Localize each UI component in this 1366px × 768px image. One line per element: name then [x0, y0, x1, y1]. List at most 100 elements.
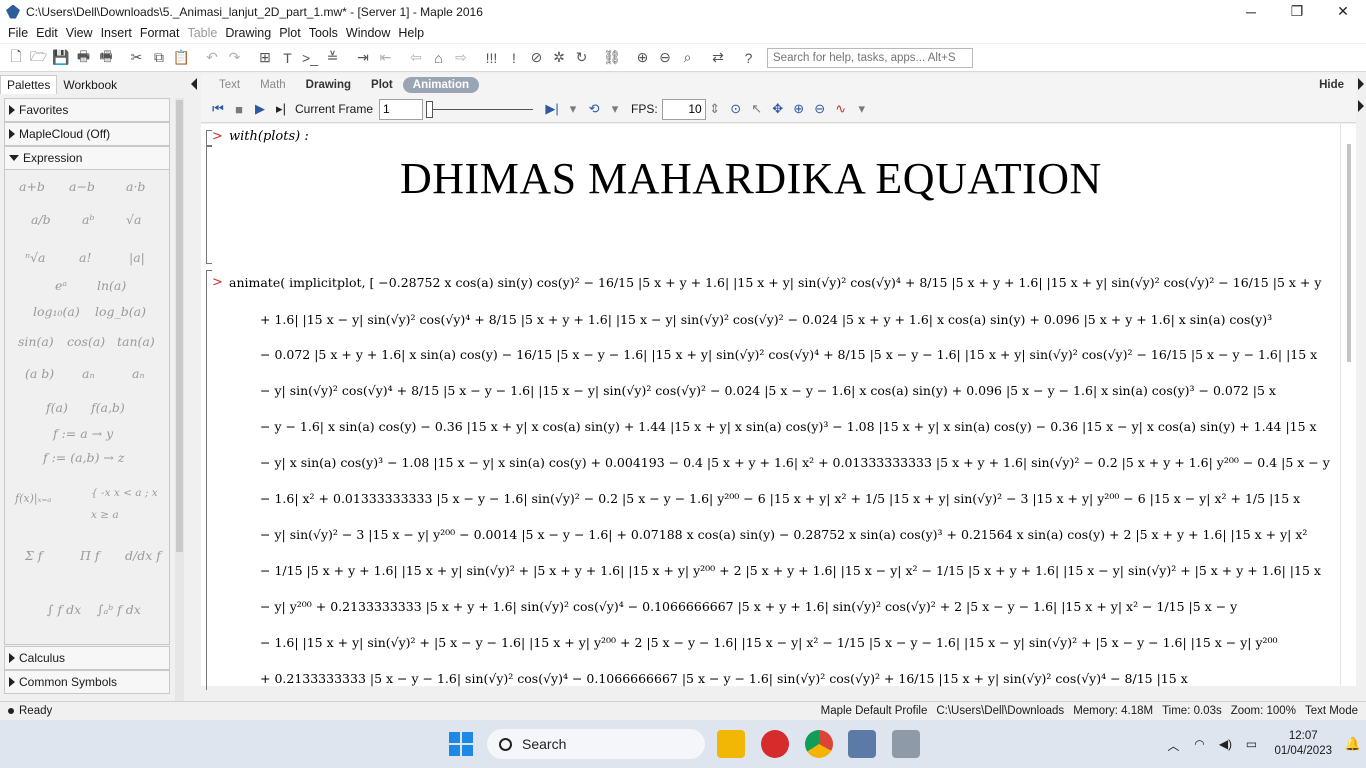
clock[interactable]: 12:07 01/04/2023 — [1274, 729, 1332, 759]
loop-icon[interactable]: ⟲ — [585, 100, 603, 118]
menu-insert[interactable]: Insert — [97, 26, 136, 40]
plot-zoom-out-icon[interactable]: ⊖ — [811, 100, 829, 118]
menu-table[interactable]: Table — [183, 26, 221, 40]
cut-icon[interactable]: ✂ — [127, 48, 147, 68]
notification-bell-icon[interactable]: 🔔 — [1340, 736, 1366, 752]
fps-spinner-icon[interactable]: ⇕ — [706, 100, 724, 118]
menu-help[interactable]: Help — [394, 26, 428, 40]
section-icon[interactable]: ⊞ — [255, 48, 275, 68]
expr-subscript-literal[interactable]: aₙ — [132, 366, 145, 381]
pan-icon[interactable]: ✥ — [769, 100, 787, 118]
expr-integral[interactable]: ∫ f dx — [47, 602, 81, 617]
expr-logb[interactable]: log_b(a) — [95, 304, 146, 319]
maximize-button[interactable]: ❐ — [1274, 0, 1320, 23]
expr-arrow[interactable]: f := a → y — [53, 426, 113, 441]
expr-sum-symbol[interactable]: Σ f — [25, 548, 42, 563]
target-icon[interactable]: ⊙ — [727, 100, 745, 118]
worksheet-scrollbar[interactable] — [1340, 124, 1356, 686]
palette-common-symbols[interactable]: Common Symbols — [4, 670, 170, 694]
first-frame-icon[interactable]: ⏮ — [209, 100, 227, 118]
opera-icon[interactable] — [761, 730, 789, 758]
expr-product[interactable]: a·b — [126, 179, 145, 194]
heading-bracket[interactable] — [206, 146, 212, 206]
tab-palettes[interactable]: Palettes — [0, 75, 58, 94]
collapse-right-panel-icon-2[interactable] — [1358, 100, 1364, 112]
palette-favorites[interactable]: Favorites — [4, 98, 170, 122]
debug-icon[interactable]: ✲ — [549, 48, 569, 68]
expr-diff[interactable]: a−b — [69, 179, 95, 194]
direction-dropdown-icon[interactable]: ▾ — [564, 100, 582, 118]
restart-icon[interactable]: ↻ — [572, 48, 592, 68]
scroll-thumb[interactable] — [176, 100, 183, 552]
expr-power[interactable]: aᵇ — [82, 212, 94, 227]
redo-icon[interactable]: ↷ — [225, 48, 245, 68]
menu-window[interactable]: Window — [342, 26, 394, 40]
palette-calculus[interactable]: Calculus — [4, 646, 170, 670]
point-probe-icon[interactable]: ↖ — [748, 100, 766, 118]
slider-knob[interactable] — [426, 100, 434, 118]
stop-icon[interactable]: ⊘ — [527, 48, 547, 68]
zoom-out-icon[interactable]: ⊖ — [655, 48, 675, 68]
print-icon[interactable]: 🖶 — [74, 48, 94, 68]
menu-format[interactable]: Format — [136, 26, 184, 40]
menu-file[interactable]: File — [4, 26, 32, 40]
blank-bracket[interactable] — [206, 204, 212, 264]
taskbar-search[interactable]: Search — [487, 729, 705, 759]
current-frame-input[interactable] — [379, 98, 424, 120]
copy-icon[interactable]: ⧉ — [149, 48, 169, 68]
maple-taskbar-icon[interactable] — [848, 730, 876, 758]
undo-icon[interactable]: ↶ — [202, 48, 222, 68]
save-icon[interactable]: 💾 — [51, 48, 71, 68]
collapse-right-panel-icon[interactable] — [1358, 78, 1364, 90]
play-icon[interactable]: ▶ — [251, 100, 269, 118]
curve-dropdown-icon[interactable]: ▾ — [853, 100, 871, 118]
expr-nthroot[interactable]: ⁿ√a — [25, 250, 45, 265]
expr-exp[interactable]: eᵃ — [55, 278, 67, 293]
file-explorer-icon[interactable] — [717, 730, 745, 758]
expr-cos[interactable]: cos(a) — [67, 334, 105, 349]
forward-icon[interactable]: ⇨ — [451, 48, 471, 68]
outdent-icon[interactable]: ⇤ — [376, 48, 396, 68]
battery-icon[interactable]: ▭ — [1242, 737, 1260, 751]
back-icon[interactable]: ⇦ — [406, 48, 426, 68]
close-button[interactable]: ✕ — [1320, 0, 1366, 23]
expr-tan[interactable]: tan(a) — [117, 334, 155, 349]
context-tab-drawing[interactable]: Drawing — [296, 77, 361, 93]
expr-derivative[interactable]: d/dx f — [125, 548, 161, 563]
expr-log10[interactable]: log₁₀(a) — [33, 304, 80, 319]
palette-scrollbar[interactable] — [175, 98, 184, 724]
expr-func2[interactable]: f(a,b) — [91, 400, 125, 415]
toggle-icon[interactable]: ⇄ — [708, 48, 728, 68]
expr-func[interactable]: f(a) — [46, 400, 68, 415]
execute-icon[interactable]: ! — [504, 48, 524, 68]
expr-sqrt[interactable]: √a — [126, 212, 141, 227]
text-mode-icon[interactable]: T — [278, 48, 298, 68]
expr-definite-integral[interactable]: ∫ₐᵇ f dx — [97, 602, 141, 617]
menu-tools[interactable]: Tools — [305, 26, 342, 40]
context-tab-plot[interactable]: Plot — [361, 77, 403, 93]
paste-icon[interactable]: 📋 — [172, 48, 192, 68]
stop-icon[interactable]: ■ — [230, 100, 248, 118]
expr-binomial[interactable]: (a b) — [25, 366, 54, 381]
palette-maplecloud[interactable]: MapleCloud (Off) — [4, 122, 170, 146]
help-icon[interactable]: ? — [739, 48, 759, 68]
expr-subscript[interactable]: aₙ — [82, 366, 95, 381]
context-tab-animation[interactable]: Animation — [402, 77, 480, 93]
curve-icon[interactable]: ∿ — [832, 100, 850, 118]
expr-ln[interactable]: ln(a) — [97, 278, 126, 293]
expr-eval-at[interactable]: f(x)|ₓ₌ₐ — [15, 492, 51, 505]
open-folder-icon[interactable]: 🗁 — [29, 48, 49, 68]
palette-expression[interactable]: Expression — [4, 146, 170, 170]
help-search-input[interactable] — [767, 47, 973, 68]
expr-abs[interactable]: |a| — [129, 250, 145, 265]
minimize-button[interactable]: ─ — [1228, 0, 1274, 23]
loop-dropdown-icon[interactable]: ▾ — [606, 100, 624, 118]
expr-arrow2[interactable]: f := (a,b) → z — [43, 450, 124, 465]
collapse-left-panel-icon[interactable] — [191, 78, 197, 90]
zoom-in-icon[interactable]: ⊕ — [633, 48, 653, 68]
context-tab-math[interactable]: Math — [250, 77, 296, 93]
maple-server-icon[interactable] — [892, 730, 920, 758]
expr-fraction[interactable]: a/b — [31, 212, 51, 227]
frame-slider[interactable] — [426, 99, 534, 120]
expr-product-symbol[interactable]: Π f — [80, 548, 100, 563]
